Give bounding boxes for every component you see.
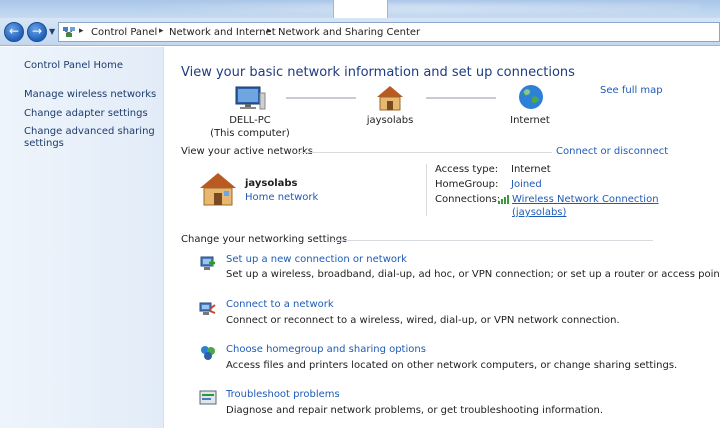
troubleshoot-link[interactable]: Troubleshoot problems: [226, 389, 340, 400]
network-center-icon: [63, 27, 75, 37]
connection-line: [286, 97, 356, 99]
breadcrumb-sharing-center[interactable]: Network and Sharing Center: [278, 27, 420, 38]
wireless-connection-link[interactable]: Wireless Network Connection: [512, 194, 659, 205]
home-network-icon[interactable]: [375, 84, 405, 112]
internet-globe-icon[interactable]: [517, 83, 545, 111]
active-networks-heading: View your active networks: [181, 146, 313, 157]
computer-name: DELL-PC: [229, 115, 271, 126]
back-arrow-icon[interactable]: ←: [4, 22, 24, 42]
home-icon: [200, 173, 236, 206]
access-type-label: Access type:: [435, 164, 499, 175]
homegroup-joined-link[interactable]: Joined: [511, 179, 542, 190]
computer-subtitle: (This computer): [210, 128, 290, 139]
address-bar[interactable]: ▸ Control Panel ▸ Network and Internet ▸…: [58, 22, 720, 42]
active-network-name: jaysolabs: [245, 178, 298, 189]
title-highlight: [333, 0, 388, 18]
setup-connection-link[interactable]: Set up a new connection or network: [226, 254, 407, 265]
troubleshoot-icon[interactable]: [199, 389, 217, 407]
navigation-bar: ← → ▼ ▸ Control Panel ▸ Network and Inte…: [0, 18, 720, 46]
title-blur: [140, 3, 700, 13]
vertical-divider: [426, 164, 427, 216]
breadcrumb-control-panel[interactable]: Control Panel: [91, 27, 157, 38]
breadcrumb-network-internet[interactable]: Network and Internet: [169, 27, 276, 38]
chevron-right-icon[interactable]: ▸: [159, 26, 164, 36]
history-dropdown-icon[interactable]: ▼: [49, 27, 55, 36]
network-name: jaysolabs: [366, 115, 414, 126]
internet-label: Internet: [510, 115, 550, 126]
homegroup-icon[interactable]: [199, 344, 217, 362]
home-network-link[interactable]: Home network: [245, 192, 318, 203]
control-panel-home-link[interactable]: Control Panel Home: [24, 60, 123, 72]
wireless-connection-ssid-link[interactable]: (jaysolabs): [512, 207, 566, 218]
new-connection-icon[interactable]: [199, 254, 217, 272]
manage-wireless-link[interactable]: Manage wireless networks: [24, 89, 156, 101]
left-pane: Control Panel Home Manage wireless netwo…: [0, 47, 164, 428]
connect-network-icon[interactable]: [199, 299, 217, 317]
homegroup-sharing-link[interactable]: Choose homegroup and sharing options: [226, 344, 426, 355]
networking-settings-heading: Change your networking settings: [181, 234, 348, 245]
main-content: View your basic network information and …: [165, 47, 720, 428]
troubleshoot-desc: Diagnose and repair network problems, or…: [226, 405, 604, 416]
page-title: View your basic network information and …: [181, 65, 575, 80]
homegroup-sharing-desc: Access files and printers located on oth…: [226, 360, 678, 371]
access-type-value: Internet: [511, 164, 551, 175]
section-divider: [298, 152, 552, 153]
change-advanced-sharing-link[interactable]: Change advanced sharing: [24, 126, 155, 138]
window-title-bar: [0, 0, 720, 18]
connection-line: [426, 97, 496, 99]
connect-network-link[interactable]: Connect to a network: [226, 299, 334, 310]
wireless-signal-icon: [498, 195, 509, 204]
connect-network-desc: Connect or reconnect to a wireless, wire…: [226, 315, 620, 326]
connections-label: Connections:: [435, 194, 501, 205]
forward-arrow-icon[interactable]: →: [27, 22, 47, 42]
chevron-right-icon[interactable]: ▸: [79, 26, 84, 36]
connect-disconnect-link[interactable]: Connect or disconnect: [556, 146, 668, 157]
change-adapter-link[interactable]: Change adapter settings: [24, 108, 148, 120]
change-advanced-sharing-link-cont[interactable]: settings: [24, 138, 64, 150]
homegroup-label: HomeGroup:: [435, 179, 499, 190]
chevron-right-icon[interactable]: ▸: [267, 26, 272, 36]
setup-connection-desc: Set up a wireless, broadband, dial-up, a…: [226, 269, 720, 280]
computer-icon[interactable]: [233, 85, 267, 113]
see-full-map-link[interactable]: See full map: [600, 85, 663, 96]
section-divider: [331, 240, 653, 241]
